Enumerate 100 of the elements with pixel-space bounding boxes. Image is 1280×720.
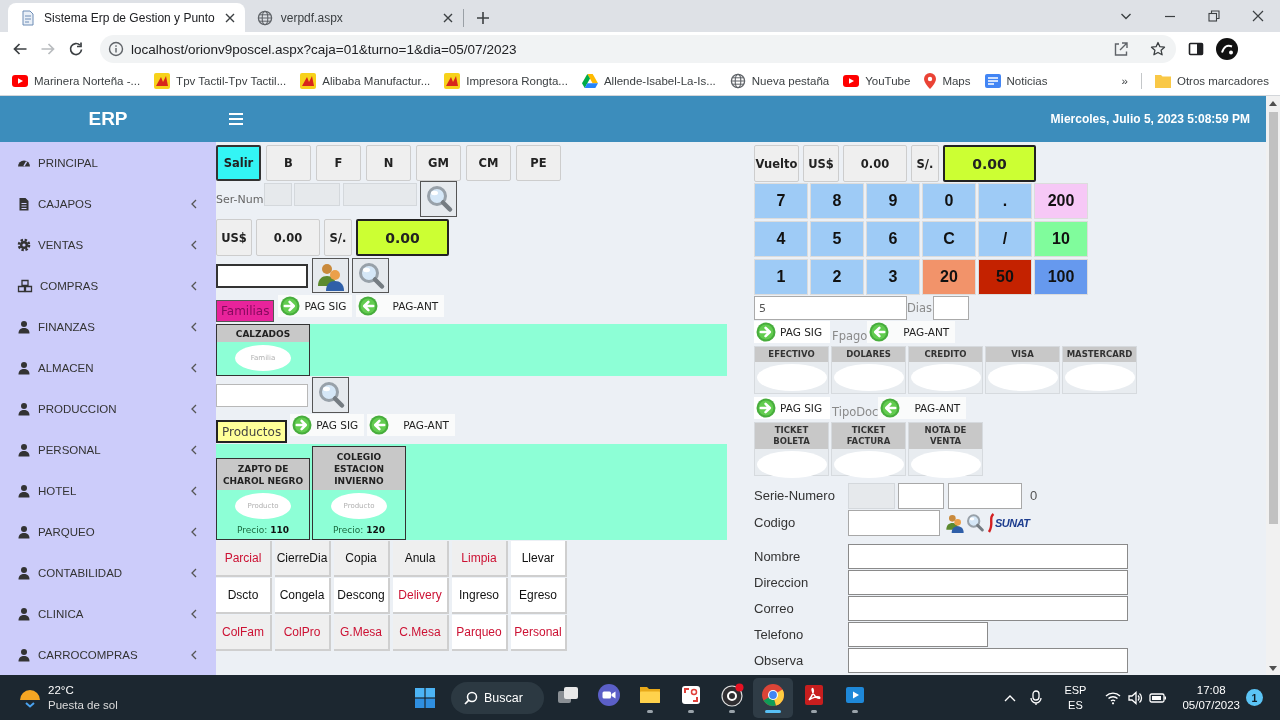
function-button[interactable]: Congela	[275, 578, 331, 614]
function-button[interactable]: Llevar	[511, 541, 567, 577]
bookmark[interactable]: Alibaba Manufactur...	[293, 68, 438, 93]
function-button[interactable]: G.Mesa	[334, 615, 390, 651]
keypad-key[interactable]: /	[978, 221, 1032, 257]
keypad-key[interactable]: 2	[810, 259, 864, 295]
logo-text[interactable]: SUNAT	[995, 516, 1030, 529]
keypad-key[interactable]: 100	[1034, 259, 1088, 295]
search-icon[interactable]	[965, 512, 985, 533]
next-page-button[interactable]: PAG SIG	[290, 414, 365, 436]
function-button[interactable]: Parqueo	[452, 615, 508, 651]
keypad-key[interactable]: 1	[754, 259, 808, 295]
keypad-key[interactable]: 5	[810, 221, 864, 257]
document-option[interactable]: NOTA DE VENTA	[908, 422, 983, 476]
sidebar-item[interactable]: PRINCIPAL	[0, 142, 216, 183]
input-field[interactable]	[848, 621, 988, 647]
previous-page-button[interactable]: PAG-ANT	[867, 321, 956, 343]
document-option[interactable]: TICKET BOLETA	[754, 422, 829, 476]
bookmark-folder[interactable]: Otros marcadores	[1147, 68, 1276, 93]
sidebar-item[interactable]: ALMACEN	[0, 347, 216, 388]
sidebar-item[interactable]: CONTABILIDAD	[0, 552, 216, 593]
currency-button[interactable]: US$	[803, 145, 839, 182]
clock-date[interactable]: 05/07/2023	[1182, 697, 1240, 713]
action-button[interactable]: B	[266, 145, 311, 181]
search-button[interactable]	[352, 258, 389, 293]
payment-option[interactable]: DOLARES	[831, 346, 906, 394]
sidebar-item[interactable]: PERSONAL	[0, 429, 216, 470]
function-button[interactable]: Descong	[334, 578, 390, 614]
next-page-button[interactable]: PAG SIG	[754, 397, 831, 419]
function-button[interactable]: Anula	[393, 541, 449, 577]
function-button[interactable]: Ingreso	[452, 578, 508, 614]
bookmark[interactable]: YouTube	[836, 68, 918, 93]
payment-option[interactable]: CREDITO	[908, 346, 983, 394]
search-button[interactable]	[420, 181, 457, 217]
keypad-key[interactable]: 0	[922, 183, 976, 219]
input-field[interactable]	[848, 647, 1128, 673]
keypad-key[interactable]: 6	[866, 221, 920, 257]
function-button[interactable]: ColPro	[275, 615, 331, 651]
menu-icon[interactable]	[229, 113, 243, 125]
bookmark[interactable]: Maps	[917, 68, 978, 93]
keypad-key[interactable]: C	[922, 221, 976, 257]
chevron-up-icon[interactable]	[1004, 693, 1017, 702]
keypad-key[interactable]: 7	[754, 183, 808, 219]
document-option[interactable]: TICKET FACTURA	[831, 422, 906, 476]
action-button[interactable]: CM	[466, 145, 511, 181]
scroll-up-icon[interactable]	[1269, 101, 1277, 106]
payment-option[interactable]: EFECTIVO	[754, 346, 829, 394]
input-field[interactable]	[216, 263, 308, 288]
function-button[interactable]: ColFam	[216, 615, 272, 651]
action-button[interactable]: Salir	[216, 145, 261, 181]
sidebar-item[interactable]: CAJAPOS	[0, 183, 216, 224]
keypad-key[interactable]: 20	[922, 259, 976, 295]
bookmark[interactable]: Nueva pestaña	[722, 68, 837, 93]
people-icon[interactable]	[945, 512, 965, 533]
search-box[interactable]: Buscar	[451, 681, 544, 714]
sidebar-item[interactable]: VENTAS	[0, 224, 216, 265]
sidebar-item[interactable]: FINANZAS	[0, 306, 216, 347]
action-button[interactable]: GM	[416, 145, 461, 181]
bookmark[interactable]: Marinera Norteña -...	[5, 68, 148, 93]
notification-badge[interactable]: 1	[1246, 689, 1263, 706]
currency-button[interactable]: US$	[216, 219, 252, 256]
function-button[interactable]: Limpia	[452, 541, 508, 577]
clock-time[interactable]: 17:08	[1196, 682, 1226, 698]
keypad-key[interactable]: 8	[810, 183, 864, 219]
keypad-key[interactable]: 9	[866, 183, 920, 219]
sidebar-item[interactable]: COMPRAS	[0, 265, 216, 306]
function-button[interactable]: C.Mesa	[393, 615, 449, 651]
language-text[interactable]: ESP	[1064, 682, 1087, 698]
function-button[interactable]: Parcial	[216, 541, 272, 577]
star-icon[interactable]	[1150, 41, 1166, 57]
keypad-key[interactable]: .	[978, 183, 1032, 219]
function-button[interactable]: Delivery	[393, 578, 449, 614]
plus-icon[interactable]	[475, 11, 490, 25]
back-icon[interactable]	[12, 41, 28, 57]
scroll-thumb[interactable]	[1268, 112, 1278, 524]
bookmark[interactable]: Noticias	[977, 68, 1055, 93]
input-field[interactable]	[848, 569, 1128, 595]
browser-tab[interactable]: verpdf.aspx	[244, 3, 463, 32]
keyboard-layout-text[interactable]: ES	[1068, 697, 1083, 713]
input-field[interactable]	[848, 595, 1128, 621]
payment-option[interactable]: MASTERCARD	[1062, 346, 1137, 394]
change-button[interactable]: Vuelto	[754, 145, 799, 182]
input-field[interactable]	[898, 482, 944, 509]
browser-tab[interactable]: Sistema Erp de Gestion y Punto	[8, 3, 245, 32]
sidebar-item[interactable]: CARROCOMPRAS	[0, 634, 216, 675]
keypad-key[interactable]: 10	[1034, 221, 1088, 257]
customer-button[interactable]	[312, 258, 349, 293]
function-button[interactable]: Personal	[511, 615, 567, 651]
scroll-down-icon[interactable]	[1269, 666, 1277, 671]
next-page-button[interactable]: PAG SIG	[754, 321, 831, 343]
bookmark[interactable]: Tpv Tactil-Tpv Tactil...	[147, 68, 294, 93]
keypad-key[interactable]: 3	[866, 259, 920, 295]
taskbar-app[interactable]	[753, 677, 793, 718]
scrollbar[interactable]	[1266, 96, 1280, 675]
function-button[interactable]: CierreDia	[275, 541, 331, 577]
input-field[interactable]	[848, 543, 1128, 569]
previous-page-button[interactable]: PAG-ANT	[878, 397, 967, 419]
payment-option[interactable]: VISA	[985, 346, 1060, 394]
sidebar-item[interactable]: HOTEL	[0, 470, 216, 511]
input-field[interactable]	[216, 383, 308, 407]
